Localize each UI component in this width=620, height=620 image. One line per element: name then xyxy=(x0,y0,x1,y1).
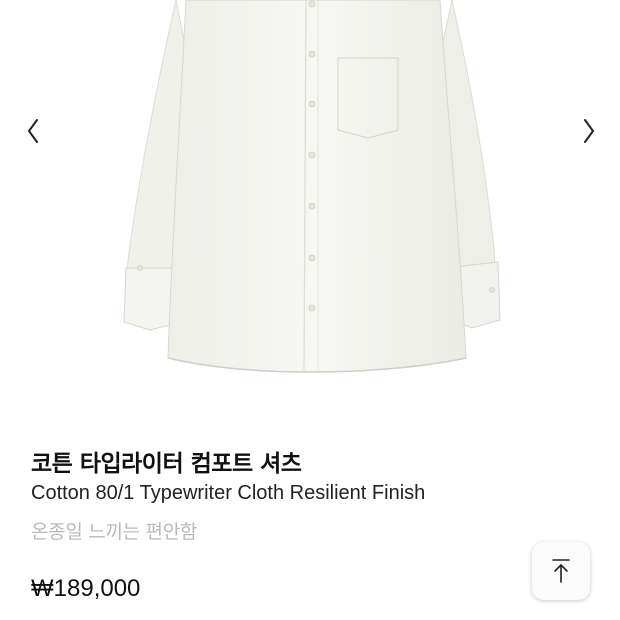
chevron-left-icon xyxy=(28,119,38,143)
product-subtitle: 온종일 느끼는 편안함 xyxy=(31,521,198,543)
arrow-up-to-top-icon xyxy=(552,559,570,583)
product-image-gallery[interactable] xyxy=(0,0,620,400)
scroll-to-top-button[interactable] xyxy=(532,542,590,600)
product-name-english: Cotton 80/1 Typewriter Cloth Resilient F… xyxy=(31,482,426,504)
gallery-next-button[interactable] xyxy=(574,113,604,149)
product-price: ₩189,000 xyxy=(31,575,141,602)
gallery-prev-button[interactable] xyxy=(18,113,48,149)
chevron-right-icon xyxy=(584,119,594,143)
product-name-korean: 코튼 타입라이터 컴포트 셔츠 xyxy=(31,451,302,477)
product-image xyxy=(123,0,501,373)
